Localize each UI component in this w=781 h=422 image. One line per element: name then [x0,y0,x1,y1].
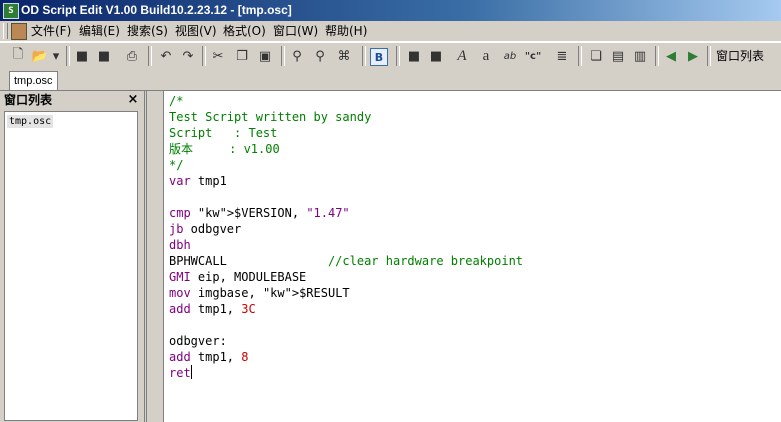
quote-button[interactable]: "c" [522,47,544,65]
menu-help[interactable]: 帮助(H) [322,23,370,39]
code-line: GMI eip, MODULEBASE [169,270,307,284]
menu-grip [3,23,8,39]
save-icon[interactable]: ■ [72,47,92,65]
font-size-button[interactable]: ab [500,47,520,65]
list-item[interactable]: tmp.osc [7,115,54,128]
menu-search[interactable]: 搜索(S) [124,23,171,39]
code-area[interactable]: /* Test Script written by sandy Script :… [169,93,523,381]
forward-icon[interactable]: ▶ [683,47,703,65]
cascade-windows-icon[interactable]: ❏ [586,47,606,65]
code-line: dbh [169,238,191,252]
menu-file[interactable]: 文件(F) [28,23,74,39]
toolbar-separator [281,46,285,66]
code-line: ret [169,365,192,380]
paste-icon[interactable]: ▣ [255,47,275,65]
code-editor[interactable]: /* Test Script written by sandy Script :… [146,91,781,422]
bookmark-button[interactable]: B [370,48,388,66]
menu-bar: 文件(F) 编辑(E) 搜索(S) 视图(V) 格式(O) 窗口(W) 帮助(H… [0,21,781,42]
menu-view[interactable]: 视图(V) [172,23,220,39]
block-unindent-icon[interactable]: ■ [426,47,446,65]
font-case-button[interactable]: a [476,47,496,65]
window-list-panel: 窗口列表 × tmp.osc [0,91,145,422]
toolbar-separator [202,46,206,66]
new-file-icon[interactable]: 🗋 [8,47,28,65]
code-line: Test Script written by sandy [169,110,372,124]
app-icon[interactable]: S [3,3,19,19]
document-icon[interactable] [11,23,27,40]
open-folder-icon[interactable]: 📂 [30,47,50,65]
code-line: odbgver: [169,334,227,348]
code-line: add tmp1, 3C [169,302,256,316]
text-caret [190,365,192,379]
close-icon[interactable]: × [126,92,140,108]
save-all-icon[interactable]: ■ [94,47,114,65]
word-wrap-icon[interactable]: ≣ [552,47,572,65]
tile-horizontal-icon[interactable]: ▤ [608,47,628,65]
redo-icon[interactable]: ↷ [178,47,198,65]
find-next-icon[interactable]: ⌘ [334,47,354,65]
undo-icon[interactable]: ↶ [156,47,176,65]
window-list: tmp.osc [4,111,138,421]
tab-tmp-osc[interactable]: tmp.osc [9,71,58,90]
copy-icon[interactable]: ❐ [232,47,252,65]
menu-window[interactable]: 窗口(W) [270,23,321,39]
menu-edit[interactable]: 编辑(E) [76,23,123,39]
tile-vertical-icon[interactable]: ▥ [630,47,650,65]
code-line: Script : Test [169,126,278,140]
toolbar-separator [66,46,70,66]
code-line: /* [169,94,184,108]
print-icon[interactable]: ⎙ [122,47,142,65]
code-line: cmp "kw">$VERSION, "1.47" [169,206,350,220]
font-italic-button[interactable]: A [452,47,472,65]
toolbar-separator [655,46,659,66]
panel-header: 窗口列表 × [2,92,142,109]
cut-icon[interactable]: ✂ [208,47,228,65]
menu-format[interactable]: 格式(O) [220,23,269,39]
document-tabs: tmp.osc [0,69,781,91]
window-list-button[interactable]: 窗口列表 [716,47,764,65]
toolbar-separator [396,46,400,66]
editor-gutter [147,91,164,422]
code-line: mov imgbase, "kw">$RESULT [169,286,350,300]
code-line: add tmp1, 8 [169,350,249,364]
toolbar-separator [148,46,152,66]
code-line: */ [169,158,184,172]
block-indent-icon[interactable]: ■ [404,47,424,65]
code-line: var tmp1 [169,174,227,188]
code-line: 版本 : v1.00 [169,142,280,156]
code-line: BPHWCALL //clear hardware breakpoint [169,254,524,268]
title-bar: S OD Script Edit V1.00 Build10.2.23.12 -… [0,0,781,21]
replace-icon[interactable]: ⚲ [310,47,330,65]
find-icon[interactable]: ⚲ [287,47,307,65]
open-dropdown-icon[interactable]: ▾ [50,47,62,65]
window-title: OD Script Edit V1.00 Build10.2.23.12 - [… [21,3,292,17]
code-line: jb odbgver [169,222,242,236]
toolbar-separator [362,46,366,66]
panel-title: 窗口列表 [4,93,53,107]
toolbar: 🗋 📂 ▾ ■ ■ ⎙ ↶ ↷ ✂ ❐ ▣ ⚲ ⚲ ⌘ B ■ ■ A a ab… [0,42,781,70]
toolbar-separator [578,46,582,66]
back-icon[interactable]: ◀ [661,47,681,65]
toolbar-separator [707,46,711,66]
